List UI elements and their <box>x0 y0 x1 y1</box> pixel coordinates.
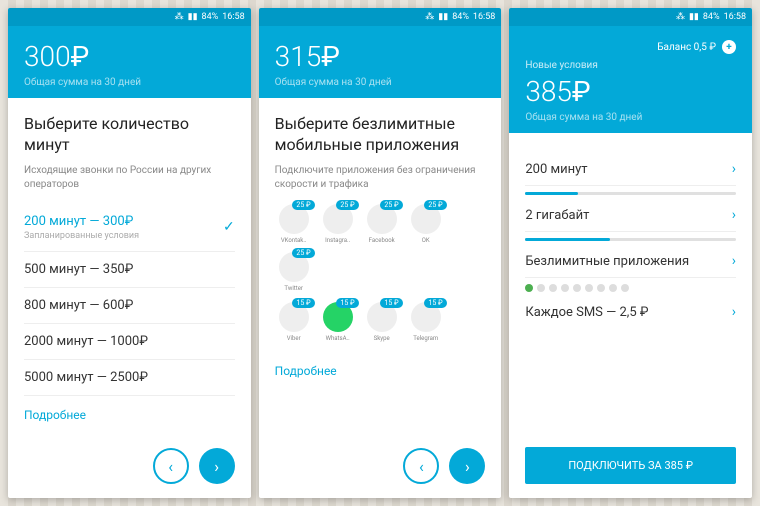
price-sub: Общая сумма на 30 дней <box>24 77 235 88</box>
screen-minutes: ⁂ ▮▮ 84% 16:58 300₽ Общая сумма на 30 дн… <box>8 8 251 498</box>
bluetooth-icon: ⁂ <box>175 12 184 22</box>
chevron-right-icon: › <box>465 457 470 476</box>
signal-icon: ▮▮ <box>188 12 198 22</box>
signal-icon: ▮▮ <box>689 12 699 22</box>
section-desc: Исходящие звонки по России на других опе… <box>24 164 235 192</box>
chevron-right-icon: › <box>732 161 736 177</box>
minutes-option[interactable]: 500 минут — 350₽ <box>24 252 235 288</box>
battery-text: 84% <box>452 12 469 22</box>
chevron-right-icon: › <box>214 457 219 476</box>
app-item[interactable]: 15 ₽Viber <box>275 302 313 342</box>
app-item[interactable]: 25 ₽Facebook <box>363 204 401 244</box>
plus-icon[interactable]: + <box>722 40 736 54</box>
statusbar: ⁂ ▮▮ 84% 16:58 <box>509 8 752 26</box>
balance-row[interactable]: Баланс 0,5 ₽ + <box>525 40 736 54</box>
chevron-left-icon: ‹ <box>168 457 173 476</box>
app-item[interactable]: 25 ₽VKontak.. <box>275 204 313 244</box>
more-link[interactable]: Подробнее <box>275 352 486 390</box>
time-text: 16:58 <box>724 12 746 22</box>
price-sub: Общая сумма на 30 дней <box>525 112 736 123</box>
footer-nav: ‹ › <box>8 438 251 498</box>
price-sub: Общая сумма на 30 дней <box>275 77 486 88</box>
next-button[interactable]: › <box>199 448 235 484</box>
summary-row[interactable]: Каждое SMS — 2,5 ₽› <box>525 292 736 328</box>
connect-button[interactable]: ПОДКЛЮЧИТЬ ЗА 385 ₽ <box>525 447 736 484</box>
app-item[interactable]: 15 ₽Skype <box>363 302 401 342</box>
minutes-option[interactable]: 2000 минут — 1000₽ <box>24 324 235 360</box>
section-title: Выберите безлимитные мобильные приложени… <box>275 114 486 156</box>
statusbar: ⁂ ▮▮ 84% 16:58 <box>259 8 502 26</box>
chevron-left-icon: ‹ <box>419 457 424 476</box>
minutes-option[interactable]: 800 минут — 600₽ <box>24 288 235 324</box>
header: 315₽ Общая сумма на 30 дней <box>259 26 502 98</box>
signal-icon: ▮▮ <box>438 12 448 22</box>
summary-row[interactable]: Безлимитные приложения› <box>525 241 736 292</box>
app-item[interactable]: 25 ₽Twitter <box>275 252 313 292</box>
screen-apps: ⁂ ▮▮ 84% 16:58 315₽ Общая сумма на 30 дн… <box>259 8 502 498</box>
footer-nav: ‹ › <box>259 438 502 498</box>
back-button[interactable]: ‹ <box>403 448 439 484</box>
chevron-right-icon: › <box>732 253 736 269</box>
bluetooth-icon: ⁂ <box>676 12 685 22</box>
app-grid: 25 ₽VKontak.. 25 ₽Instagra.. 25 ₽Faceboo… <box>275 204 486 292</box>
content: Выберите количество минут Исходящие звон… <box>8 98 251 438</box>
battery-text: 84% <box>202 12 219 22</box>
section-desc: Подключите приложения без ограничения ск… <box>275 164 486 192</box>
new-conditions-label: Новые условия <box>525 60 736 71</box>
price-value: 300₽ <box>24 40 235 73</box>
chevron-right-icon: › <box>732 207 736 223</box>
more-link[interactable]: Подробнее <box>24 396 235 434</box>
back-button[interactable]: ‹ <box>153 448 189 484</box>
app-grid: 15 ₽Viber 15 ₽WhatsA.. 15 ₽Skype 15 ₽Tel… <box>275 302 486 342</box>
chevron-right-icon: › <box>732 304 736 320</box>
statusbar: ⁂ ▮▮ 84% 16:58 <box>8 8 251 26</box>
bluetooth-icon: ⁂ <box>425 12 434 22</box>
app-item[interactable]: 15 ₽WhatsA.. <box>319 302 357 342</box>
summary-row[interactable]: 2 гигабайт› <box>525 195 736 241</box>
price-value: 315₽ <box>275 40 486 73</box>
minutes-option[interactable]: 5000 минут — 2500₽ <box>24 360 235 396</box>
screen-summary: ⁂ ▮▮ 84% 16:58 Баланс 0,5 ₽ + Новые усло… <box>509 8 752 498</box>
minutes-option[interactable]: 200 минут — 300₽ Запланированные условия… <box>24 204 235 252</box>
section-title: Выберите количество минут <box>24 114 235 156</box>
price-value: 385₽ <box>525 75 736 108</box>
content: Выберите безлимитные мобильные приложени… <box>259 98 502 438</box>
next-button[interactable]: › <box>449 448 485 484</box>
app-item[interactable]: 25 ₽OK <box>407 204 445 244</box>
app-item[interactable]: 15 ₽Telegram <box>407 302 445 342</box>
check-icon: ✓ <box>223 219 235 235</box>
time-text: 16:58 <box>473 12 495 22</box>
summary-row[interactable]: 200 минут› <box>525 149 736 195</box>
content: 200 минут› 2 гигабайт› Безлимитные прило… <box>509 133 752 447</box>
battery-text: 84% <box>703 12 720 22</box>
time-text: 16:58 <box>222 12 244 22</box>
app-item[interactable]: 25 ₽Instagra.. <box>319 204 357 244</box>
balance-label: Баланс 0,5 ₽ <box>657 42 716 53</box>
header: Баланс 0,5 ₽ + Новые условия 385₽ Общая … <box>509 26 752 133</box>
header: 300₽ Общая сумма на 30 дней <box>8 26 251 98</box>
